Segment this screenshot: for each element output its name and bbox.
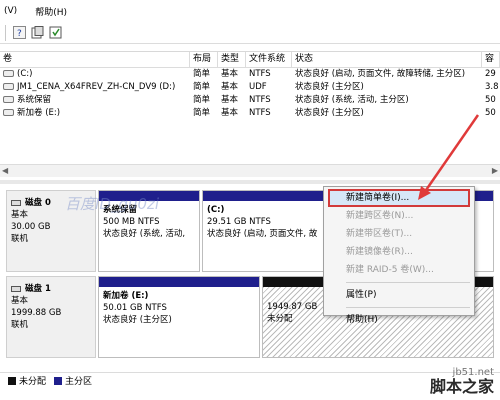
context-menu: 新建简单卷(I)... 新建跨区卷(N)... 新建带区卷(T)... 新建镜像… [323, 186, 475, 325]
disk-size: 30.00 GB [11, 222, 51, 232]
disk-type: 基本 [11, 296, 29, 306]
volume-type: 基本 [221, 95, 239, 105]
volume-row[interactable]: (C:) 简单 基本 NTFS 状态良好 (启动, 页面文件, 故障转储, 主分… [0, 68, 500, 81]
new-mirrored-volume-item[interactable]: 新建镜像卷(R)... [324, 243, 474, 261]
volume-list: 卷 布局 类型 文件系统 状态 容 (C:) 简单 基本 NTFS 状态良好 (… [0, 51, 500, 179]
volume-status: 状态良好 (启动, 页面文件, 故障转储, 主分区) [295, 69, 466, 79]
volume-row[interactable]: 新加卷 (E:) 简单 基本 NTFS 状态良好 (主分区) 50 [0, 107, 500, 120]
disk-name: 磁盘 0 [25, 198, 51, 208]
partition-bar [99, 277, 259, 287]
menu-separator [346, 307, 470, 308]
new-simple-volume-item[interactable]: 新建简单卷(I)... [328, 189, 470, 207]
legend-primary: 主分区 [65, 377, 93, 387]
volume-layout: 简单 [193, 69, 211, 79]
disk-state: 联机 [11, 320, 29, 330]
volume-filesystem: NTFS [249, 69, 271, 79]
rescan-icon[interactable] [48, 26, 62, 40]
brand-name: 脚本之家 [429, 377, 494, 396]
partition-status: 状态良好 (系统, 活动, [103, 229, 186, 239]
disk-size: 1999.88 GB [11, 308, 62, 318]
volume-filesystem: UDF [249, 82, 267, 92]
volume-capacity: 50 [485, 108, 496, 118]
column-layout[interactable]: 布局 [190, 52, 218, 67]
watermark-text: 百度ID_gu0zi [65, 195, 160, 213]
primary-partition-swatch [54, 376, 63, 385]
volume-name: 系统保留 [17, 95, 52, 105]
column-volume[interactable]: 卷 [0, 52, 190, 67]
volume-type: 基本 [221, 69, 239, 79]
horizontal-scrollbar[interactable]: ◀ ▶ [0, 164, 500, 177]
column-type[interactable]: 类型 [218, 52, 246, 67]
scroll-left-icon[interactable]: ◀ [2, 166, 8, 175]
volume-name: JM1_CENA_X64FREV_ZH-CN_DV9 (D:) [17, 82, 176, 92]
column-filesystem[interactable]: 文件系统 [246, 52, 292, 67]
volume-capacity: 50 [485, 95, 496, 105]
disc-drive-icon [3, 83, 14, 90]
volume-layout: 简单 [193, 95, 211, 105]
partition-status: 状态良好 (主分区) [103, 315, 172, 325]
volume-filesystem: NTFS [249, 95, 271, 105]
column-capacity[interactable]: 容 [482, 52, 500, 67]
volume-capacity: 3.8 [485, 82, 499, 92]
partition-detail: 500 MB NTFS [103, 217, 160, 227]
menu-bar: (V) 帮助(H) [0, 0, 500, 22]
new-spanned-volume-item[interactable]: 新建跨区卷(N)... [324, 207, 474, 225]
properties-icon[interactable] [30, 26, 44, 40]
volume-name: (C:) [17, 69, 33, 79]
new-raid5-volume-item[interactable]: 新建 RAID-5 卷(W)... [324, 261, 474, 279]
disk-state: 联机 [11, 234, 29, 244]
new-striped-volume-item[interactable]: 新建带区卷(T)... [324, 225, 474, 243]
volume-name: 新加卷 (E:) [17, 108, 61, 118]
help-item[interactable]: 帮助(H) [324, 311, 474, 329]
volume-status: 状态良好 (主分区) [295, 82, 364, 92]
toolbar: ? [0, 22, 500, 44]
volume-row[interactable]: 系统保留 简单 基本 NTFS 状态良好 (系统, 活动, 主分区) 50 [0, 94, 500, 107]
disk-icon [11, 199, 21, 206]
drive-icon [3, 70, 14, 77]
volume-row[interactable]: JM1_CENA_X64FREV_ZH-CN_DV9 (D:) 简单 基本 UD… [0, 81, 500, 94]
disk-icon [11, 285, 21, 292]
menu-help[interactable]: 帮助(H) [35, 5, 67, 18]
toolbar-separator [5, 24, 6, 41]
legend: 未分配 主分区 [0, 372, 500, 388]
menu-view[interactable]: (V) [4, 6, 17, 16]
partition[interactable]: 新加卷 (E:) 50.01 GB NTFS 状态良好 (主分区) [98, 276, 260, 358]
volume-capacity: 29 [485, 69, 496, 79]
disk-name: 磁盘 1 [25, 284, 51, 294]
volume-status: 状态良好 (主分区) [295, 108, 364, 118]
volume-status: 状态良好 (系统, 活动, 主分区) [295, 95, 409, 105]
site-brand: jb51.net 脚本之家 [430, 367, 494, 396]
volume-type: 基本 [221, 108, 239, 118]
drive-icon [3, 109, 14, 116]
help-icon[interactable]: ? [12, 26, 26, 40]
menu-separator [346, 282, 470, 283]
drive-icon [3, 96, 14, 103]
volume-layout: 简单 [193, 108, 211, 118]
unallocated-swatch [8, 376, 16, 385]
properties-item[interactable]: 属性(P) [324, 286, 474, 304]
svg-text:?: ? [17, 29, 22, 39]
volume-filesystem: NTFS [249, 108, 271, 118]
column-status[interactable]: 状态 [292, 52, 482, 67]
partition-name: 新加卷 (E:) [103, 291, 149, 301]
disk-label[interactable]: 磁盘 1 基本 1999.88 GB 联机 [6, 276, 96, 358]
legend-unallocated: 未分配 [19, 377, 47, 387]
volume-type: 基本 [221, 82, 239, 92]
volume-list-header: 卷 布局 类型 文件系统 状态 容 [0, 52, 500, 68]
partition-detail: 50.01 GB NTFS [103, 303, 167, 313]
volume-layout: 简单 [193, 82, 211, 92]
scroll-right-icon[interactable]: ▶ [492, 166, 498, 175]
